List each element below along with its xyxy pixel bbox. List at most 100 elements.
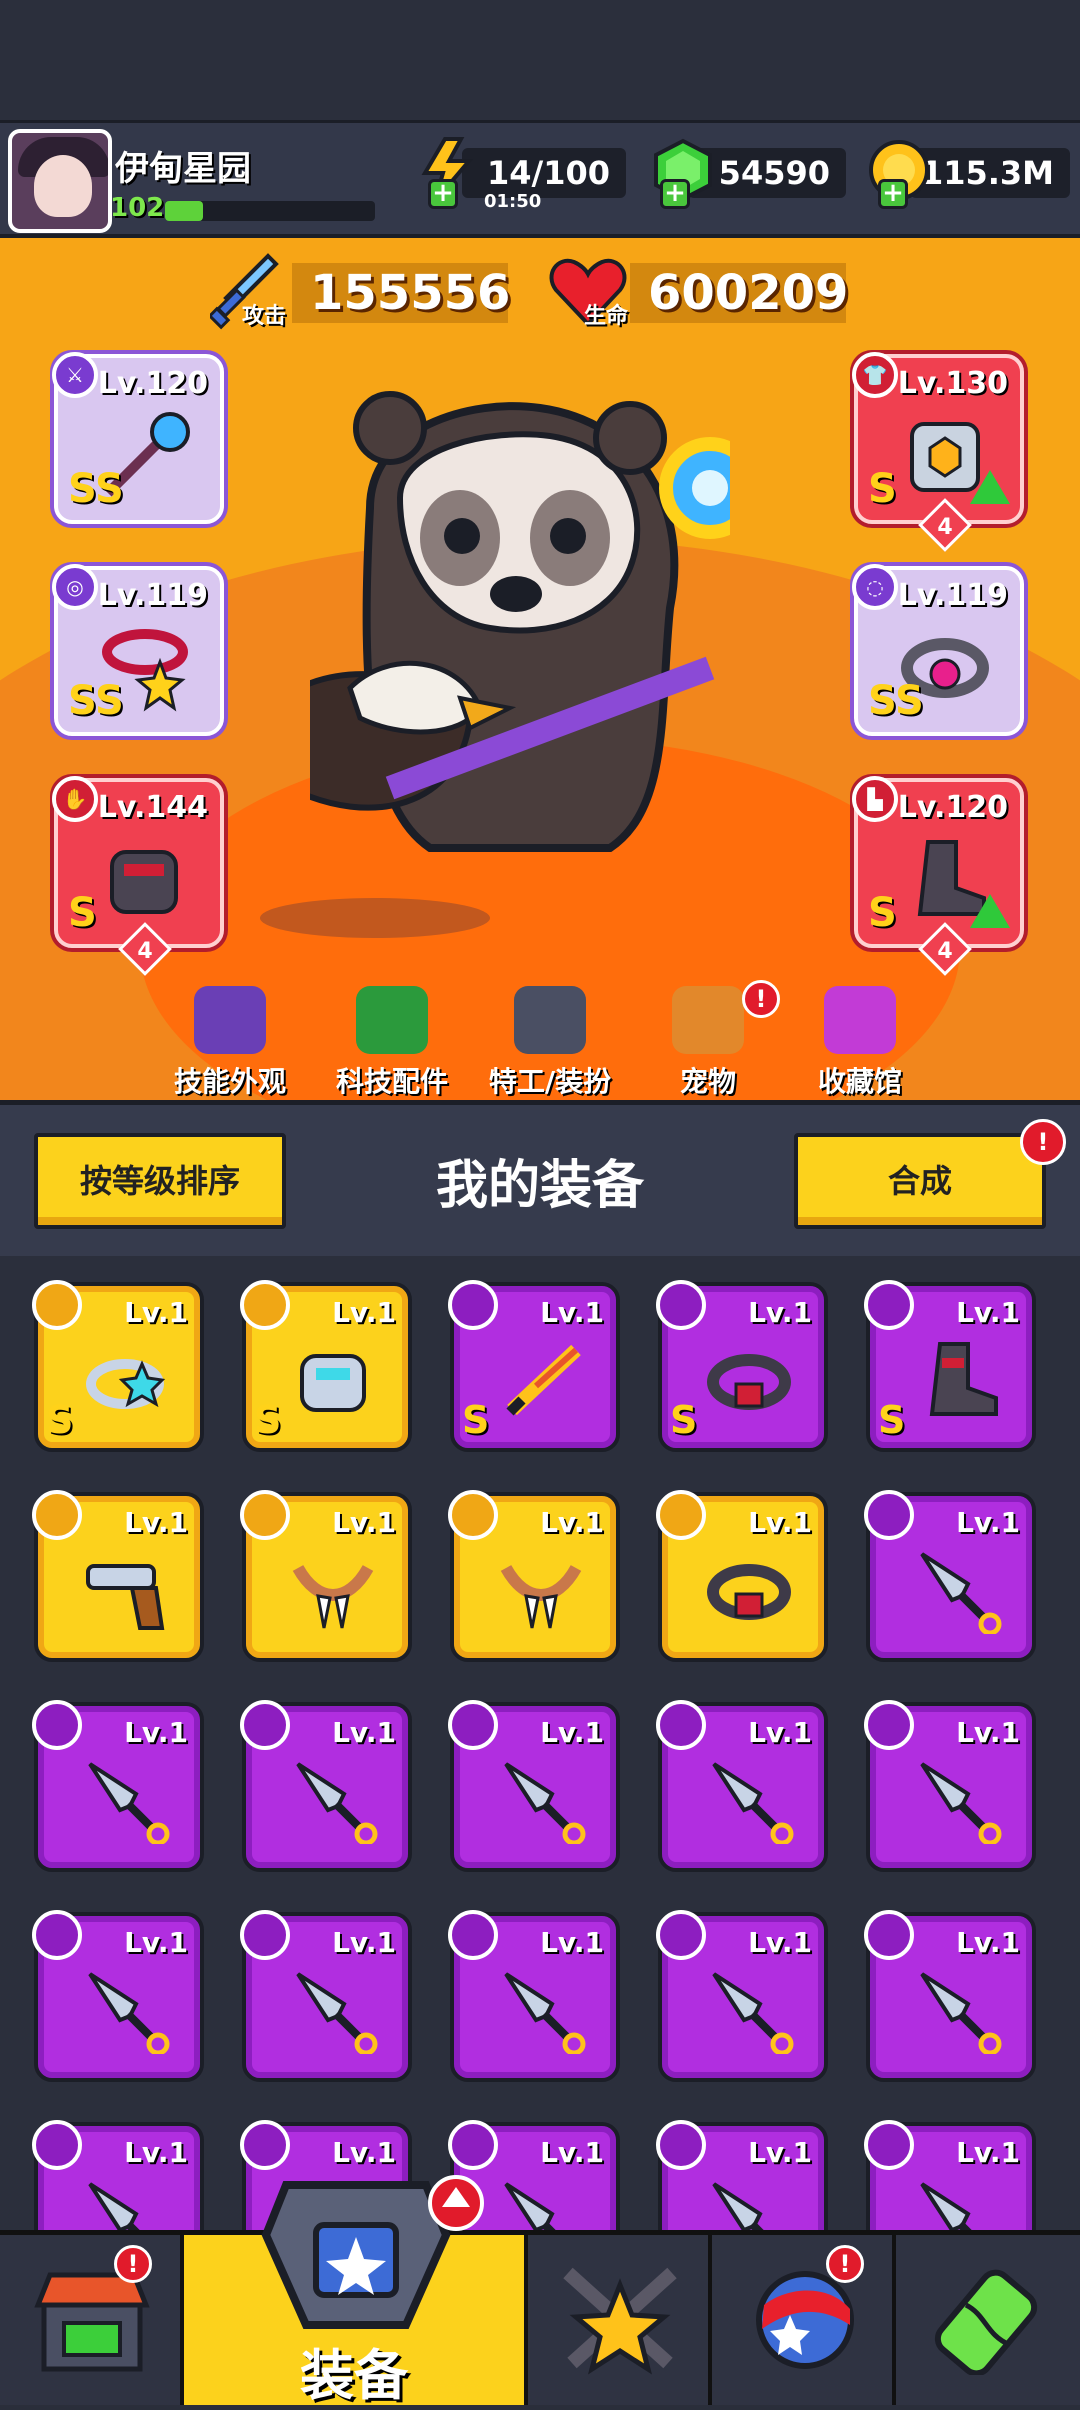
equip-slot-boots[interactable]: ▙ Lv.120 S 4 — [852, 776, 1024, 976]
item-level: Lv.1 — [540, 1926, 604, 1959]
add-energy-button[interactable]: + — [428, 179, 458, 209]
nav-pets[interactable]: 宠物 ! — [628, 980, 788, 1100]
equip-slot-necklace[interactable]: ◎ Lv.119 SS — [52, 564, 224, 736]
sword-icon — [506, 1344, 581, 1416]
tab-equipment[interactable]: 装备 — [184, 2175, 528, 2407]
equipment-item[interactable]: Lv.1 — [32, 2120, 204, 2230]
merge-button[interactable]: 合成 — [794, 1133, 1046, 1229]
nav-label: 技能外观 — [173, 1065, 286, 1098]
item-grade: S — [878, 1398, 906, 1442]
kunai-icon — [88, 1972, 170, 2054]
gem-value: 54590 — [718, 154, 830, 192]
crossed-swords-star-icon — [563, 2267, 677, 2375]
nav-collection[interactable]: 收藏馆 — [780, 986, 940, 1100]
slot-level: Lv.130 — [897, 366, 1008, 401]
tab-events[interactable]: ! — [712, 2235, 896, 2405]
item-level: Lv.1 — [332, 1506, 396, 1539]
item-type-icon — [656, 1490, 706, 1540]
equip-slot-belt[interactable]: ◌ Lv.119 SS — [852, 564, 1024, 736]
revolver-icon — [86, 1564, 165, 1630]
nav-skill-skins[interactable]: 技能外观 — [150, 986, 310, 1100]
resource-header: 伊甸星园 102 14/100 01:50 + 54590 + 115.3M + — [0, 120, 1080, 238]
item-type-icon — [656, 1700, 706, 1750]
item-level: Lv.1 — [956, 1716, 1020, 1749]
nav-tech-parts[interactable]: 科技配件 — [312, 986, 472, 1100]
item-level: Lv.1 — [748, 1506, 812, 1539]
kunai-icon — [920, 1762, 1002, 1844]
equipment-item[interactable]: Lv.1 — [448, 1910, 620, 2082]
wizard-hat-icon — [194, 986, 266, 1054]
item-type-icon — [864, 1700, 914, 1750]
equipment-item[interactable]: Lv.1 — [864, 1700, 1036, 1872]
nav-label: 科技配件 — [335, 1065, 448, 1098]
equipment-item[interactable]: Lv.1 S — [656, 1280, 828, 1452]
shiba-dog-icon — [672, 986, 744, 1054]
equipment-item[interactable]: Lv.1 — [656, 1910, 828, 2082]
equipment-item[interactable]: Lv.1 — [32, 1910, 204, 2082]
fang-necklace-icon — [292, 1564, 374, 1629]
nav-label: 收藏馆 — [817, 1065, 902, 1098]
item-type-icon — [864, 1490, 914, 1540]
slot-level: Lv.119 — [897, 578, 1008, 613]
item-level: Lv.1 — [332, 1926, 396, 1959]
panda-hero-character[interactable] — [310, 388, 730, 908]
xp-bar — [165, 201, 375, 221]
add-gems-button[interactable]: + — [660, 179, 690, 209]
equipment-item[interactable]: Lv.1 — [240, 1910, 412, 2082]
equipment-item[interactable]: Lv.1 — [864, 1910, 1036, 2082]
equipment-item[interactable]: Lv.1 S — [864, 1280, 1036, 1452]
item-level: Lv.1 — [748, 1716, 812, 1749]
tab-battle[interactable] — [528, 2235, 712, 2405]
slot-grade: SS — [68, 678, 124, 724]
coin-counter[interactable]: 115.3M — [910, 148, 1070, 198]
equip-slot-gloves[interactable]: ✋ Lv.144 S 4 — [52, 776, 224, 976]
equip-slot-weapon[interactable]: ⚔ Lv.120 SS — [52, 352, 224, 524]
equipment-item[interactable]: Lv.1 S — [448, 1280, 620, 1452]
nav-label: 宠物 — [679, 1065, 736, 1098]
equipment-item[interactable]: Lv.1 — [32, 1700, 204, 1872]
equipment-item[interactable]: Lv.1 S — [240, 1280, 412, 1452]
system-status-bar — [0, 0, 1080, 120]
equipment-item[interactable]: Lv.1 — [240, 1700, 412, 1872]
slot-grade: S — [868, 466, 897, 512]
equipment-item[interactable]: Lv.1 — [448, 1700, 620, 1872]
equipment-item[interactable]: Lv.1 — [864, 2120, 1036, 2230]
item-level: Lv.1 — [748, 2136, 812, 2169]
belt-type-icon: ◌ — [852, 564, 898, 610]
player-name: 伊甸星园 — [115, 149, 251, 189]
tab-evolve[interactable] — [896, 2235, 1080, 2405]
sort-by-level-button[interactable]: 按等级排序 — [34, 1133, 286, 1229]
equip-slot-armor[interactable]: 👕 Lv.130 S 4 — [852, 352, 1024, 552]
equipment-item[interactable]: Lv.1 — [448, 1490, 620, 1662]
kunai-icon — [296, 1972, 378, 2054]
equipment-item[interactable]: Lv.1 — [656, 1490, 828, 1662]
slot-level: Lv.120 — [97, 366, 208, 401]
equipment-item[interactable]: Lv.1 S — [32, 1280, 204, 1452]
item-level: Lv.1 — [540, 1296, 604, 1329]
kunai-icon — [712, 2182, 764, 2230]
item-level: Lv.1 — [956, 1506, 1020, 1539]
kunai-icon — [504, 2182, 556, 2230]
add-coins-button[interactable]: + — [878, 179, 908, 209]
item-type-icon — [32, 2120, 82, 2170]
equipment-item[interactable]: Lv.1 — [656, 1700, 828, 1872]
item-level: Lv.1 — [124, 2136, 188, 2169]
item-grade: S — [670, 1398, 698, 1442]
item-type-icon — [448, 1910, 498, 1960]
equipment-item[interactable]: Lv.1 — [864, 1490, 1036, 1662]
equipment-item[interactable]: Lv.1 — [240, 1490, 412, 1662]
slot-grade: SS — [68, 466, 124, 512]
equipment-item[interactable]: Lv.1 — [32, 1490, 204, 1662]
kunai-icon — [920, 2182, 972, 2230]
item-level: Lv.1 — [124, 1296, 188, 1329]
player-avatar[interactable] — [8, 129, 112, 233]
nav-agents-outfits[interactable]: 特工/装扮 — [470, 986, 630, 1100]
star-count: 4 — [937, 939, 953, 964]
star-count: 4 — [937, 515, 953, 540]
equipment-item[interactable]: Lv.1 — [656, 2120, 828, 2230]
ninja-head-icon — [514, 986, 586, 1054]
item-grade: S — [46, 1398, 74, 1442]
treasure-chest-icon — [824, 986, 896, 1054]
tab-shop[interactable]: ! — [0, 2235, 184, 2405]
slot-grade: S — [868, 890, 897, 936]
